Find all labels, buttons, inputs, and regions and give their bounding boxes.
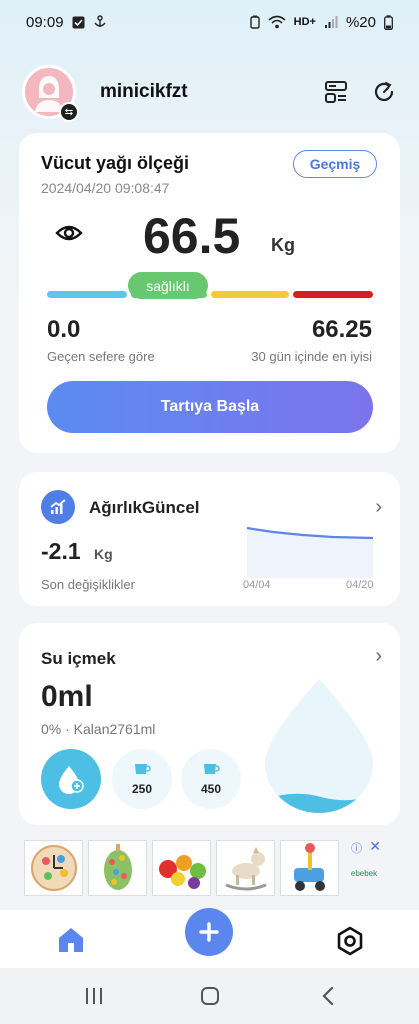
add-water-button[interactable] <box>41 749 101 809</box>
scale-title: Vücut yağı ölçeği <box>41 153 190 173</box>
ad-product-clock-toy[interactable] <box>24 840 83 896</box>
ad-product-bead-toy[interactable] <box>88 840 147 896</box>
ad-product-rocking-horse[interactable] <box>216 840 275 896</box>
water-amount: 0ml <box>41 680 93 713</box>
trend-x-start: 04/04 <box>243 579 271 591</box>
start-weighing-button[interactable]: Tartıya Başla <box>47 381 373 433</box>
avatar[interactable]: ⇆ <box>22 65 79 122</box>
bottom-navigation <box>0 908 419 968</box>
close-icon[interactable]: ✕ <box>369 838 381 855</box>
checkbox-notification-icon <box>72 16 85 29</box>
change-since-last-value: 0.0 <box>47 316 81 343</box>
weight-change-unit: Kg <box>94 546 113 562</box>
cup-450-button[interactable]: 450 <box>181 749 241 809</box>
add-record-button[interactable] <box>185 908 233 956</box>
chevron-right-icon[interactable]: › <box>375 645 382 668</box>
cup-icon <box>204 764 220 774</box>
battery-level: %20 <box>345 13 376 31</box>
water-remaining: 0% · Kalan2761ml <box>41 721 156 737</box>
info-icon[interactable]: ⓘ <box>351 840 362 856</box>
weight-value: 66.5 <box>143 208 241 264</box>
network-type-label: HD+ <box>293 16 316 28</box>
plus-icon <box>199 922 219 942</box>
best-30-days-label: 30 gün içinde en iyisi <box>251 349 372 364</box>
back-icon[interactable] <box>320 986 336 1011</box>
water-drop-plus-icon <box>59 766 84 794</box>
status-badge: sağlıklı <box>128 272 208 299</box>
water-title: Su içmek <box>41 649 116 668</box>
cup-250-label: 250 <box>131 782 153 796</box>
status-time: 09:09 <box>26 13 64 31</box>
device-list-icon[interactable] <box>323 79 349 105</box>
sync-icon[interactable] <box>371 79 397 105</box>
weight-unit: Kg <box>271 235 295 255</box>
status-bar: 09:09 HD+ %20 <box>0 0 419 44</box>
system-home-icon[interactable] <box>200 986 220 1011</box>
battery-icon <box>384 14 393 30</box>
weight-trend-sparkline <box>246 526 374 578</box>
profile-header: ⇆ minicikfzt <box>22 64 397 122</box>
best-30-days-value: 66.25 <box>311 316 372 343</box>
anchor-notification-icon <box>93 15 107 29</box>
eye-icon[interactable] <box>55 222 83 249</box>
ad-product-walker-toy[interactable] <box>280 840 339 896</box>
ad-product-fruit-toy[interactable] <box>152 840 211 896</box>
wifi-icon <box>268 15 286 29</box>
switch-user-icon[interactable]: ⇆ <box>59 102 79 122</box>
body-fat-scale-card: Vücut yağı ölçeği 2024/04/20 09:08:47 Ge… <box>19 133 400 453</box>
trend-x-end: 04/20 <box>346 579 374 591</box>
home-icon[interactable] <box>56 926 86 959</box>
ad-banner[interactable]: ⓘ ✕ ebebek <box>24 838 396 898</box>
battery-saver-icon <box>249 15 260 29</box>
history-button[interactable]: Geçmiş <box>293 150 377 178</box>
water-intake-card[interactable]: Su içmek › 0ml 0% · Kalan2761ml 250 450 <box>19 623 400 825</box>
username[interactable]: minicikfzt <box>100 81 188 103</box>
trend-chart-icon <box>41 490 75 524</box>
weight-trend-card[interactable]: AğırlıkGüncel › -2.1 Kg Son değişiklikle… <box>19 472 400 606</box>
signal-icon <box>324 15 338 29</box>
settings-icon[interactable] <box>335 926 365 961</box>
water-level-drop <box>265 679 373 813</box>
measurement-datetime: 2024/04/20 09:08:47 <box>41 180 170 196</box>
range-bar-low <box>47 291 127 298</box>
change-since-last-label: Geçen sefere göre <box>47 349 155 364</box>
system-navigation-bar <box>0 968 419 1024</box>
range-bar-very-high <box>293 291 373 298</box>
cup-450-label: 450 <box>200 782 222 796</box>
range-bar-high <box>211 291 289 298</box>
weight-change-value: -2.1 <box>41 538 81 564</box>
recent-apps-icon[interactable] <box>84 986 104 1011</box>
ad-side-panel: ⓘ ✕ ebebek <box>344 838 384 896</box>
trend-title: AğırlıkGüncel <box>89 498 200 517</box>
weight-change-label: Son değişiklikler <box>41 577 135 592</box>
cup-250-button[interactable]: 250 <box>112 749 172 809</box>
ad-brand[interactable]: ebebek <box>351 869 377 878</box>
cup-icon <box>135 764 151 774</box>
chevron-right-icon[interactable]: › <box>375 496 382 519</box>
